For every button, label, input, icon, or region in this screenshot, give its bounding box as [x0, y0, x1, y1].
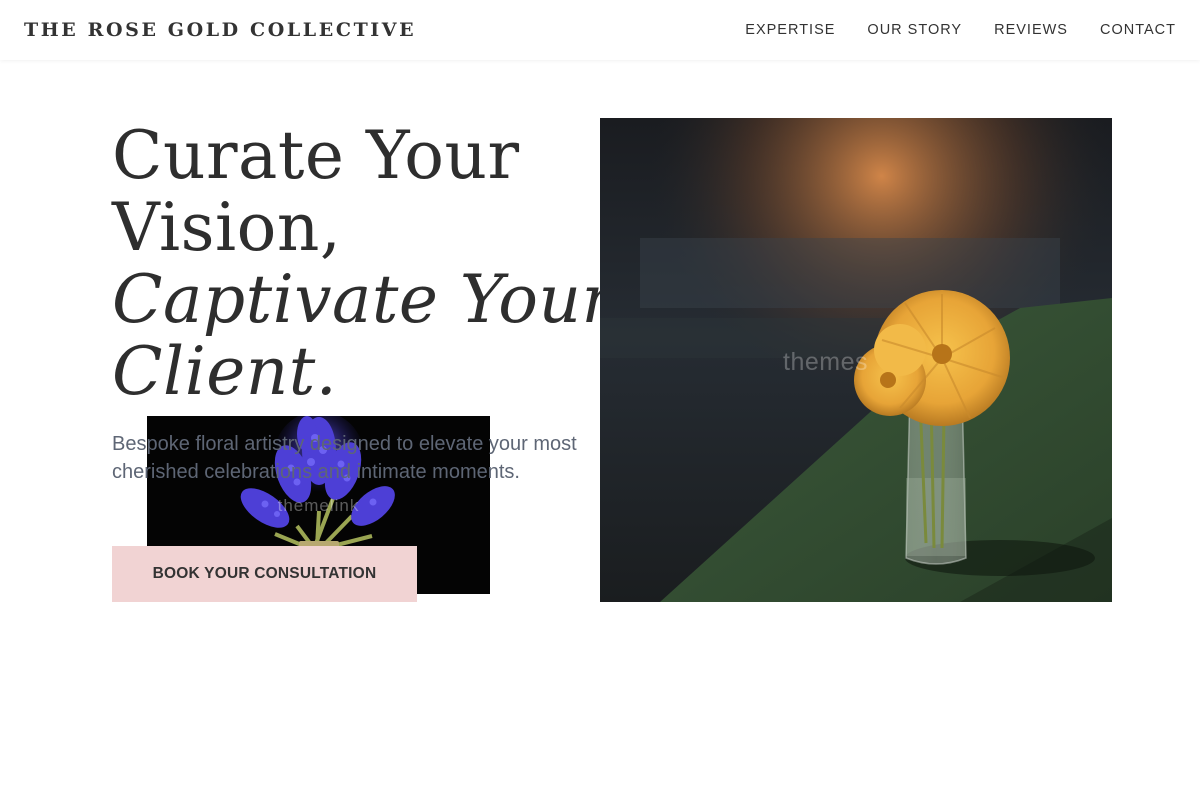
chrysanthemum-vase-image: themes	[600, 118, 1112, 602]
hero-title-line-1: Curate Your	[112, 117, 520, 194]
hero-subtitle: Bespoke floral artistry designed to elev…	[112, 433, 577, 483]
nav-item-contact[interactable]: CONTACT	[1100, 22, 1176, 38]
nav-item-reviews[interactable]: REVIEWS	[994, 22, 1068, 38]
nav-item-expertise[interactable]: EXPERTISE	[745, 22, 835, 38]
site-header: THE ROSE GOLD COLLECTIVE EXPERTISE OUR S…	[0, 0, 1200, 60]
hero-title-line-2: Vision,	[112, 189, 342, 266]
book-consultation-button[interactable]: BOOK YOUR CONSULTATION	[112, 546, 417, 602]
hero-title-line-3: Captivate Your	[112, 261, 614, 338]
hero-title: Curate Your Vision, Captivate Your Clien…	[112, 117, 614, 410]
hero-title-line-4: Client.	[112, 333, 338, 410]
main-image-watermark: themes	[783, 348, 868, 376]
nav-item-our-story[interactable]: OUR STORY	[867, 22, 962, 38]
brand-logo[interactable]: THE ROSE GOLD COLLECTIVE	[24, 19, 416, 41]
main-nav: EXPERTISE OUR STORY REVIEWS CONTACT	[713, 22, 1176, 38]
small-image-watermark: themelink	[277, 496, 360, 515]
